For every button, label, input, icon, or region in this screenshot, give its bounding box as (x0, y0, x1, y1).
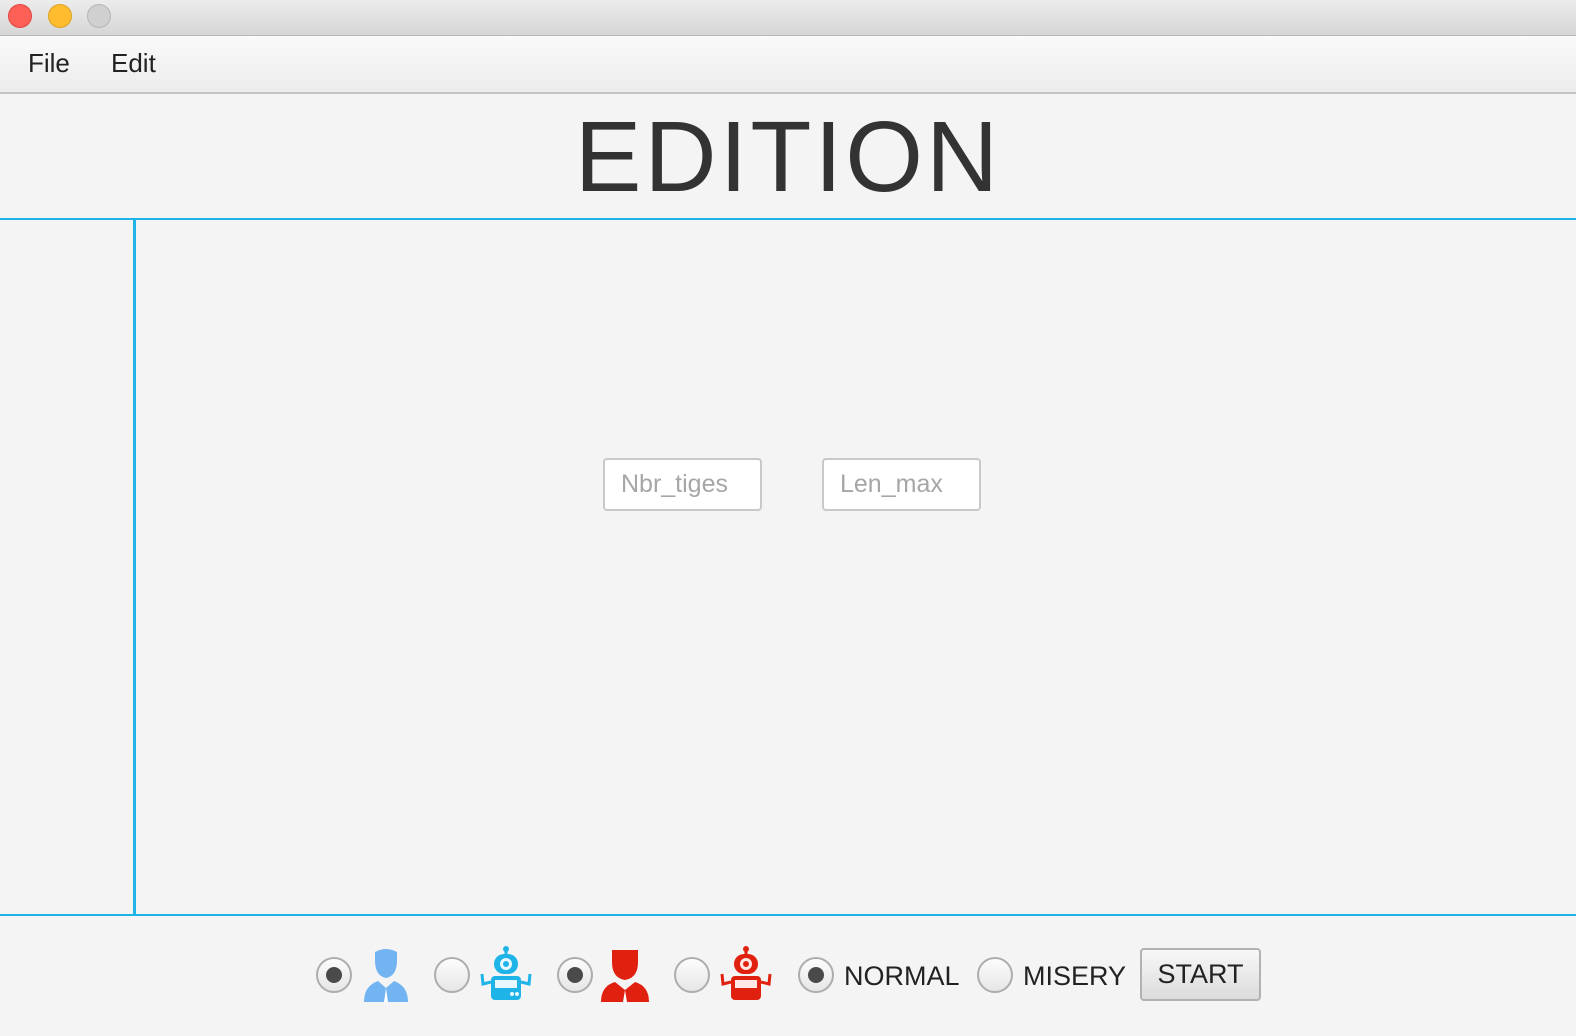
player1-human-radio[interactable] (316, 957, 352, 993)
human-player-icon (597, 946, 653, 1004)
start-button[interactable]: START (1140, 948, 1261, 1001)
mode-misery-radio[interactable] (977, 957, 1013, 993)
robot-player-icon (478, 946, 534, 1004)
player1-robot-radio[interactable] (434, 957, 470, 993)
player2-robot-radio[interactable] (674, 957, 710, 993)
top-divider (0, 218, 1576, 220)
bottom-divider (0, 914, 1576, 916)
mode-normal-radio[interactable] (798, 957, 834, 993)
radio-selected-dot (808, 967, 824, 983)
player2-human-radio[interactable] (557, 957, 593, 993)
window-maximize-button[interactable] (87, 4, 111, 28)
window-titlebar (0, 0, 1576, 36)
radio-selected-dot (567, 967, 583, 983)
radio-selected-dot (326, 967, 342, 983)
mode-misery-label[interactable]: MISERY (1023, 958, 1126, 994)
nbr-tiges-input[interactable] (603, 458, 762, 511)
len-max-input[interactable] (822, 458, 981, 511)
human-player-icon (358, 946, 414, 1004)
menu-edit[interactable]: Edit (111, 48, 156, 79)
page-title: EDITION (574, 101, 1002, 213)
mode-normal-label[interactable]: NORMAL (844, 958, 960, 994)
left-panel-divider (133, 220, 136, 915)
menu-bar: File Edit (0, 36, 1576, 94)
menu-file[interactable]: File (28, 48, 70, 79)
robot-player-icon (718, 946, 774, 1004)
window-close-button[interactable] (8, 4, 32, 28)
window-minimize-button[interactable] (48, 4, 72, 28)
